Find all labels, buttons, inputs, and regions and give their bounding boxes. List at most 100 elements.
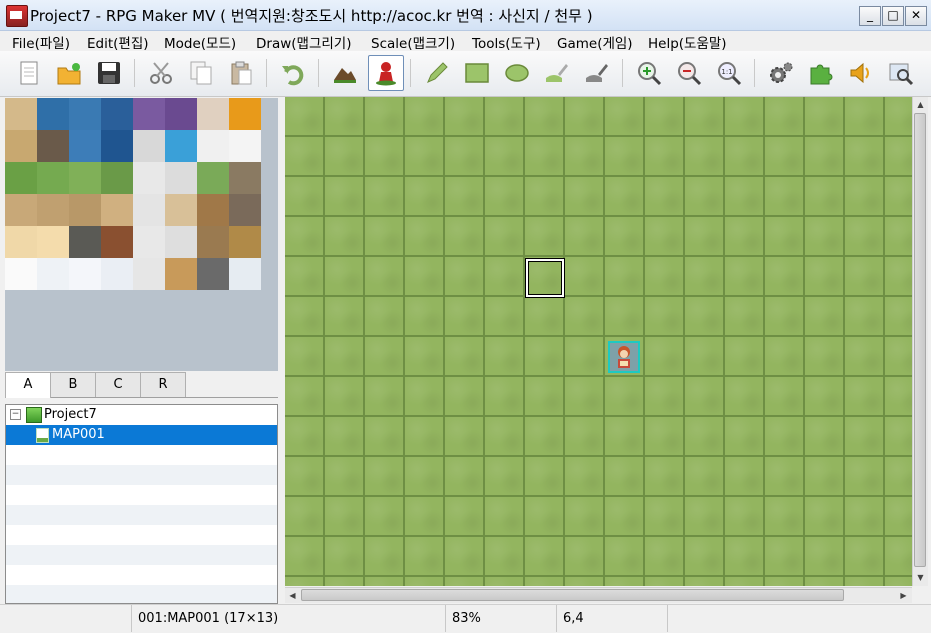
menu-mode[interactable]: Mode(모드) (164, 32, 236, 52)
scroll-down-icon[interactable]: ▼ (914, 571, 927, 584)
tile-cell[interactable] (229, 130, 261, 162)
menu-draw[interactable]: Draw(맵그리기) (256, 32, 351, 52)
menu-scale[interactable]: Scale(맵크기) (371, 32, 455, 52)
undo-icon[interactable] (276, 56, 310, 90)
tile-cell[interactable] (37, 194, 69, 226)
status-coordinates: 6,4 (556, 605, 667, 632)
player-event[interactable] (608, 341, 640, 373)
tile-cell[interactable] (197, 226, 229, 258)
tileset-palette[interactable] (5, 98, 261, 290)
pencil-icon[interactable] (420, 56, 454, 90)
tile-cell[interactable] (197, 194, 229, 226)
menu-edit[interactable]: Edit(편집) (87, 32, 149, 52)
minimize-button[interactable]: _ (859, 6, 881, 26)
tile-cell[interactable] (165, 162, 197, 194)
tile-cell[interactable] (69, 98, 101, 130)
tile-cell[interactable] (101, 258, 133, 290)
tile-cell[interactable] (101, 162, 133, 194)
tile-cell[interactable] (197, 258, 229, 290)
tile-cell[interactable] (5, 130, 37, 162)
maximize-button[interactable]: □ (882, 6, 904, 26)
scroll-left-icon[interactable]: ◀ (286, 589, 299, 602)
horizontal-scroll-thumb[interactable] (301, 589, 844, 601)
paste-icon[interactable] (224, 56, 258, 90)
flood-fill-icon[interactable] (540, 56, 574, 90)
copy-icon[interactable] (184, 56, 218, 90)
tree-item-project[interactable]: − Project7 (6, 405, 277, 425)
rectangle-icon[interactable] (460, 56, 494, 90)
sound-test-icon[interactable] (844, 56, 878, 90)
actual-size-icon[interactable]: 1:1 (712, 56, 746, 90)
plugin-manager-icon[interactable] (804, 56, 838, 90)
map-tree[interactable]: − Project7 MAP001 (5, 404, 278, 604)
menu-file[interactable]: File(파일) (12, 32, 70, 52)
tab-c[interactable]: C (95, 372, 141, 397)
tile-cell[interactable] (37, 226, 69, 258)
tile-cell[interactable] (229, 258, 261, 290)
tile-cell[interactable] (37, 258, 69, 290)
tile-cell[interactable] (69, 226, 101, 258)
open-project-icon[interactable] (52, 56, 86, 90)
tile-cell[interactable] (101, 98, 133, 130)
menu-help[interactable]: Help(도움말) (648, 32, 727, 52)
tab-b[interactable]: B (50, 372, 96, 397)
tile-cell[interactable] (69, 258, 101, 290)
menu-tools[interactable]: Tools(도구) (472, 32, 541, 52)
tile-cell[interactable] (5, 162, 37, 194)
tile-cell[interactable] (5, 98, 37, 130)
tile-cell[interactable] (229, 98, 261, 130)
tile-cell[interactable] (133, 162, 165, 194)
menu-game[interactable]: Game(게임) (557, 32, 633, 52)
tile-cell[interactable] (101, 226, 133, 258)
vertical-scrollbar[interactable]: ▲ ▼ (912, 97, 928, 586)
scroll-up-icon[interactable]: ▲ (914, 98, 927, 111)
tile-cell[interactable] (5, 258, 37, 290)
tile-cell[interactable] (229, 162, 261, 194)
tile-cell[interactable] (37, 162, 69, 194)
new-project-icon[interactable] (12, 56, 46, 90)
zoom-out-icon[interactable] (672, 56, 706, 90)
tile-cell[interactable] (229, 194, 261, 226)
zoom-in-icon[interactable] (632, 56, 666, 90)
tile-cell[interactable] (37, 98, 69, 130)
tab-a[interactable]: A (5, 372, 51, 398)
cut-icon[interactable] (144, 56, 178, 90)
tile-cell[interactable] (165, 226, 197, 258)
vertical-scroll-thumb[interactable] (914, 113, 926, 567)
tile-cell[interactable] (69, 130, 101, 162)
tile-cell[interactable] (165, 194, 197, 226)
database-icon[interactable] (764, 56, 798, 90)
save-project-icon[interactable] (92, 56, 126, 90)
tile-cell[interactable] (133, 130, 165, 162)
collapse-icon[interactable]: − (10, 409, 21, 420)
tile-cell[interactable] (69, 162, 101, 194)
tile-cell[interactable] (5, 194, 37, 226)
tile-cell[interactable] (101, 194, 133, 226)
scroll-right-icon[interactable]: ▶ (897, 589, 910, 602)
shadow-pen-icon[interactable] (580, 56, 614, 90)
tile-cell[interactable] (165, 258, 197, 290)
event-searcher-icon[interactable] (884, 56, 918, 90)
map-mode-icon[interactable] (328, 56, 362, 90)
tile-cell[interactable] (165, 130, 197, 162)
tab-r[interactable]: R (140, 372, 186, 397)
map-canvas[interactable] (285, 97, 912, 586)
tile-cell[interactable] (197, 130, 229, 162)
horizontal-scrollbar[interactable]: ◀ ▶ (285, 587, 912, 603)
tile-cell[interactable] (165, 98, 197, 130)
tile-cell[interactable] (5, 226, 37, 258)
tile-cell[interactable] (69, 194, 101, 226)
tile-cell[interactable] (37, 130, 69, 162)
tile-cell[interactable] (133, 226, 165, 258)
tile-cell[interactable] (133, 98, 165, 130)
event-mode-icon[interactable] (368, 55, 404, 91)
tile-cell[interactable] (197, 162, 229, 194)
tile-cell[interactable] (229, 226, 261, 258)
tile-cell[interactable] (101, 130, 133, 162)
tile-cell[interactable] (133, 194, 165, 226)
tile-cell[interactable] (197, 98, 229, 130)
tree-item-map[interactable]: MAP001 (6, 425, 277, 445)
ellipse-icon[interactable] (500, 56, 534, 90)
tile-cell[interactable] (133, 258, 165, 290)
close-button[interactable]: ✕ (905, 6, 927, 26)
